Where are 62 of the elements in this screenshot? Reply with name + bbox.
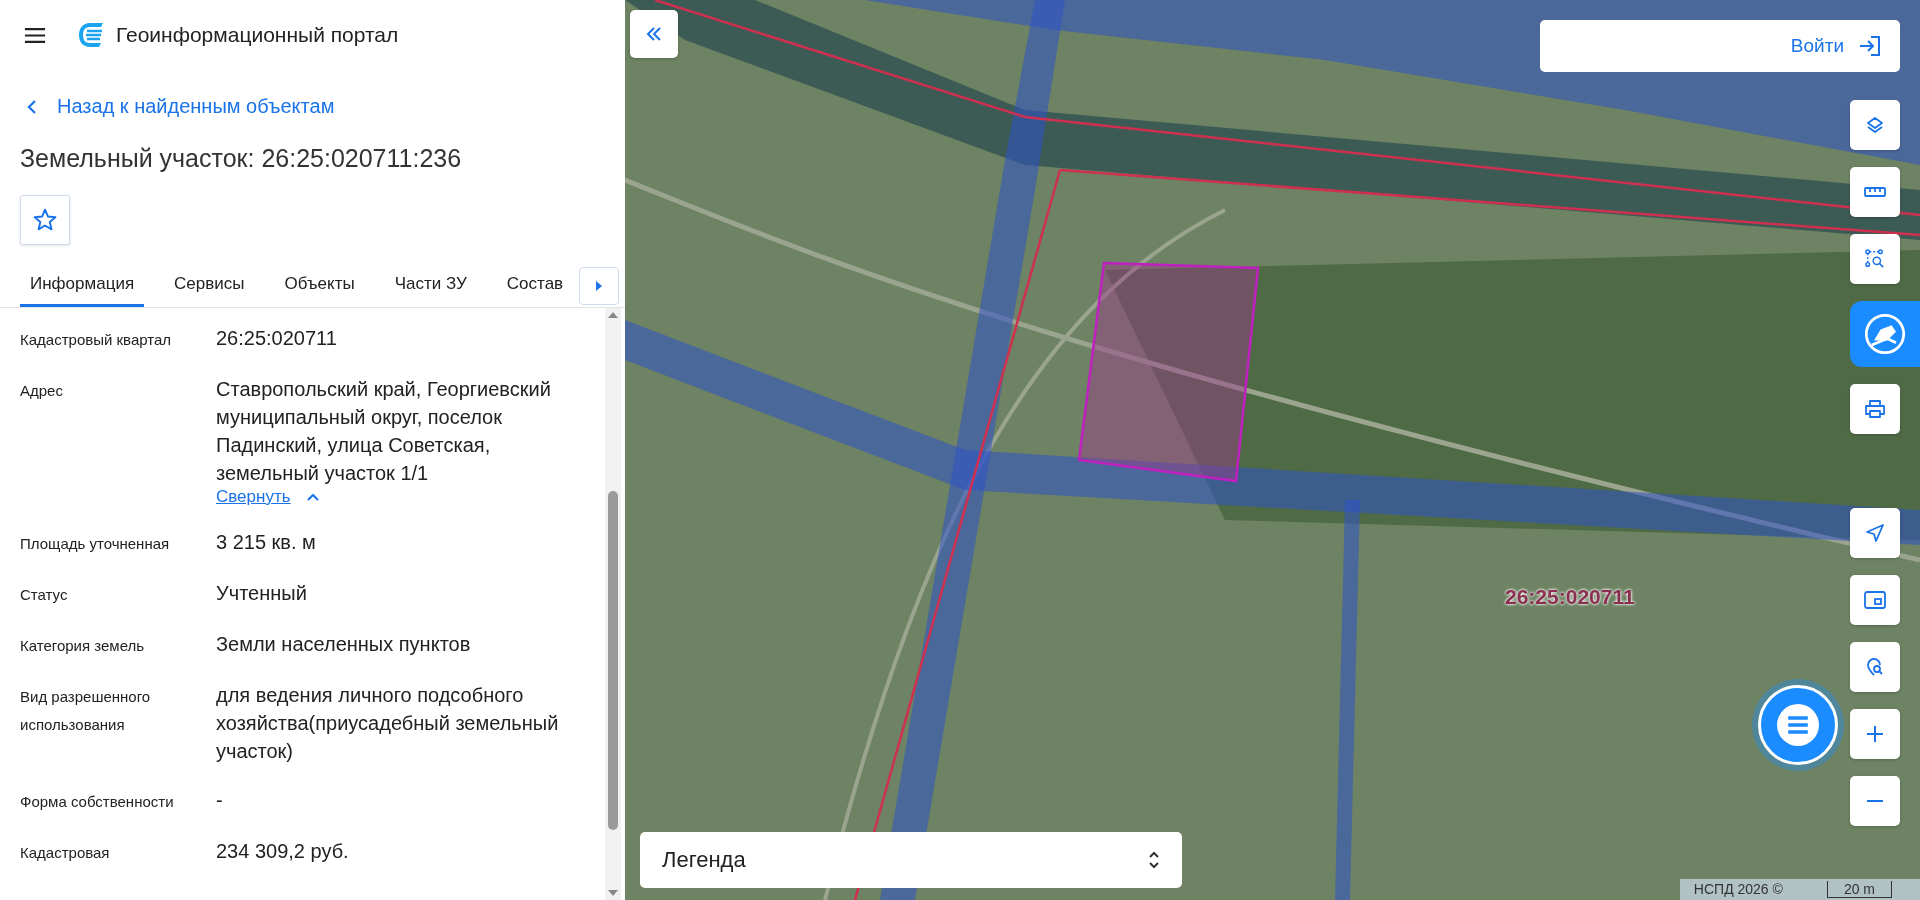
portal-title: Геоинформационный портал xyxy=(116,23,399,47)
area-search-icon xyxy=(1864,249,1886,269)
ruler-button[interactable] xyxy=(1850,167,1900,217)
property-value: Земли населенных пунктов xyxy=(216,632,472,657)
print-button[interactable] xyxy=(1850,384,1900,434)
property-value: для ведения личного подсобного хозяйства(приусадебный земельный участок) xyxy=(216,683,560,764)
scroll-up-arrow-icon[interactable] xyxy=(608,312,618,318)
zoom-out-button[interactable] xyxy=(1850,776,1900,826)
tab[interactable]: Объекты xyxy=(274,274,365,307)
property-value: Учтенный xyxy=(216,581,308,606)
star-icon xyxy=(32,207,58,233)
location-search-button[interactable] xyxy=(1850,642,1900,692)
map-app-icon xyxy=(1863,312,1907,356)
property-label: Статус xyxy=(20,585,69,605)
geolocation-button[interactable] xyxy=(1850,508,1900,558)
property-label: Категория земель xyxy=(20,636,146,656)
layers-button[interactable] xyxy=(1850,100,1900,150)
area-search-button[interactable] xyxy=(1850,234,1900,284)
property-label: Форма собственности xyxy=(20,792,175,812)
scale-bar: 20 m xyxy=(1826,881,1892,898)
layers-icon xyxy=(1864,115,1886,135)
property-label: Кадастровая xyxy=(20,843,111,863)
tab[interactable]: Сервисы xyxy=(164,274,255,307)
plus-icon xyxy=(1864,724,1886,744)
navigation-arrow-icon xyxy=(1864,523,1886,543)
minimap-button[interactable] xyxy=(1850,575,1900,625)
property-label: Вид разрешенного использования xyxy=(20,687,152,735)
map-app-button[interactable] xyxy=(1850,301,1920,367)
minus-icon xyxy=(1865,800,1885,802)
zoom-in-button[interactable] xyxy=(1850,709,1900,759)
quarter-label: 26:25:020711 xyxy=(1505,585,1635,609)
login-icon xyxy=(1858,34,1882,58)
tab[interactable]: Состав xyxy=(496,274,574,307)
tab[interactable]: Части ЗУ xyxy=(384,274,477,307)
caret-right-icon xyxy=(596,281,602,291)
up-down-caret-icon xyxy=(1148,850,1160,870)
attribution-text: НСПД 2026 © xyxy=(1693,881,1783,898)
printer-icon xyxy=(1864,399,1886,419)
logo-icon xyxy=(76,21,104,49)
login-button[interactable]: Войти xyxy=(1540,20,1900,72)
chevron-up-icon xyxy=(306,493,319,501)
legend-dropdown[interactable]: Легенда xyxy=(640,832,1182,888)
collapse-link[interactable]: Свернуть xyxy=(216,487,319,507)
scrollbar[interactable] xyxy=(605,308,621,900)
property-label: Адрес xyxy=(20,381,64,401)
object-title: Земельный участок: 26:25:020711:236 xyxy=(20,144,463,173)
tab[interactable]: Информация xyxy=(20,274,145,307)
menu-icon[interactable] xyxy=(24,26,46,44)
chevron-left-icon xyxy=(27,98,37,115)
scroll-down-arrow-icon[interactable] xyxy=(608,890,618,896)
property-label: Кадастровый квартал xyxy=(20,330,173,350)
picture-in-picture-icon xyxy=(1864,590,1886,610)
back-link[interactable]: Назад к найденным объектам xyxy=(0,70,335,118)
favorite-button[interactable] xyxy=(20,195,70,245)
property-label: Площадь уточненная xyxy=(20,534,171,554)
collapse-panel-button[interactable] xyxy=(630,10,678,58)
property-value: 26:25:020711 xyxy=(216,326,338,351)
property-value: 234 309,2 руб. xyxy=(216,839,350,864)
property-value: 3 215 кв. м xyxy=(216,530,317,555)
property-value: - xyxy=(216,788,224,813)
property-value: Ставропольский край, Георгиевский муниципальный округ, поселок Падинский, улица Советская, земельный участок 1/1 xyxy=(216,377,552,486)
double-chevron-left-icon xyxy=(646,27,662,41)
